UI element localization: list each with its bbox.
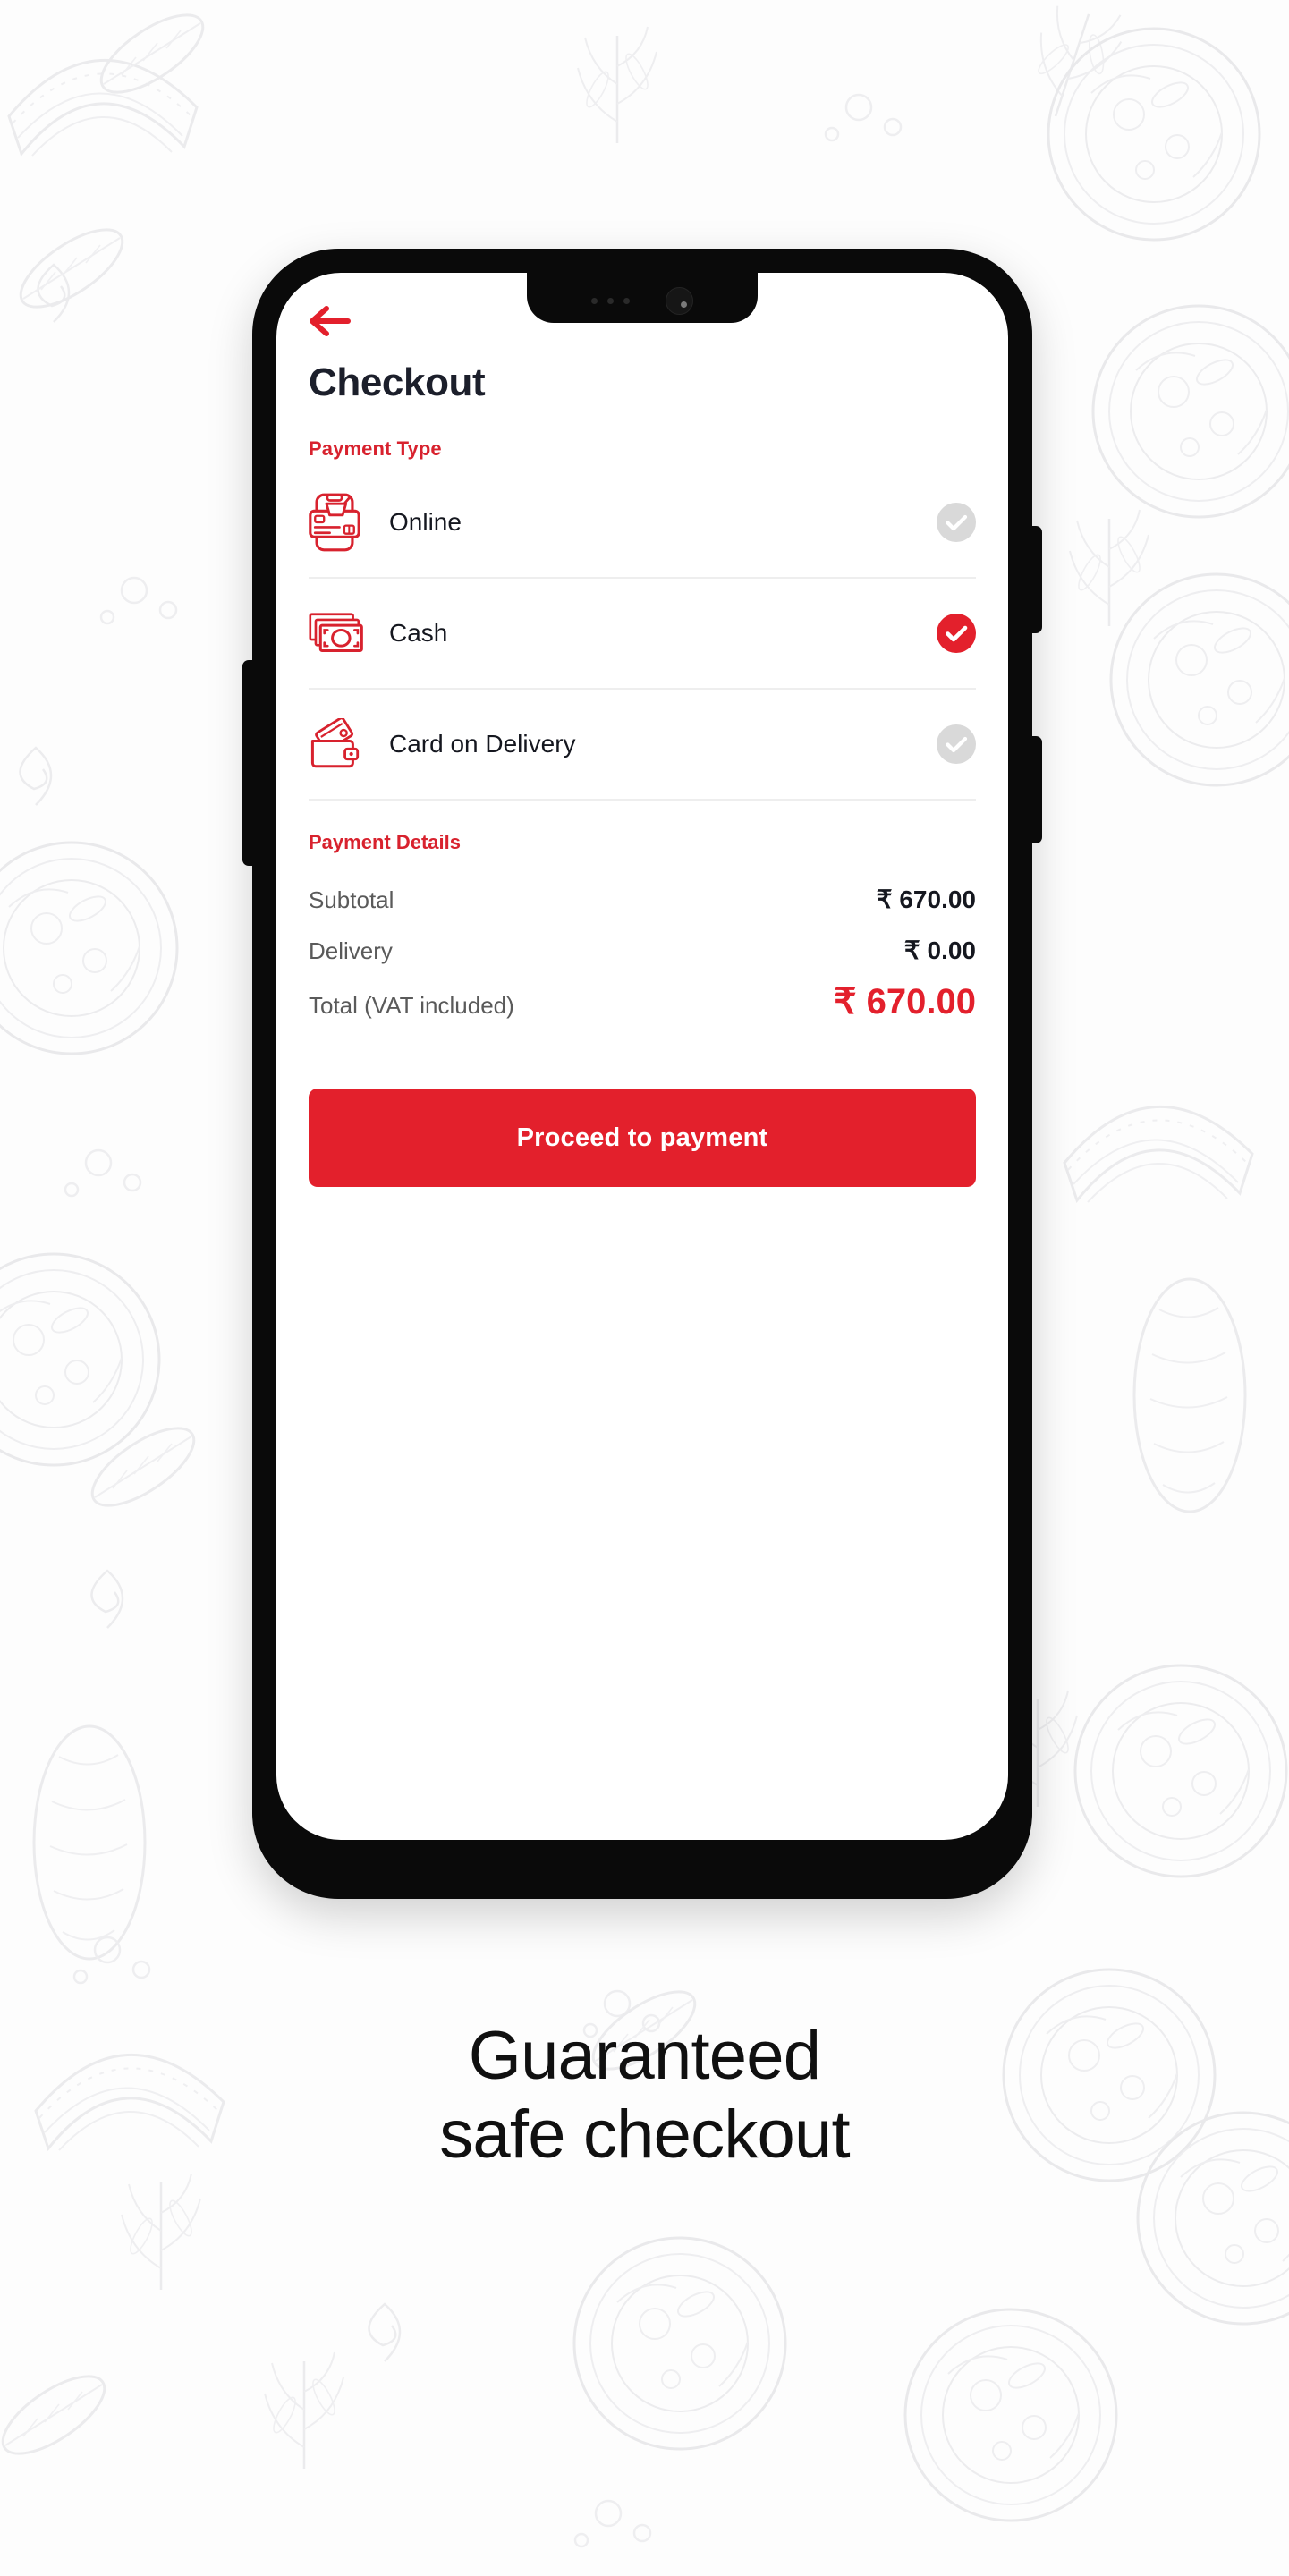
checkmark-unselected-icon[interactable] [937, 503, 976, 542]
phone-side-button-left[interactable] [242, 660, 253, 866]
payment-option-label: Cash [389, 619, 448, 647]
payment-type-list: Online Cash Card on Delivery [309, 468, 976, 801]
phone-mockup: Checkout Payment Type Online Cash Card o… [242, 249, 1042, 1899]
detail-label: Delivery [309, 937, 393, 964]
detail-label: Subtotal [309, 886, 394, 913]
checkmark-selected-icon[interactable] [937, 614, 976, 653]
proceed-to-payment-button[interactable]: Proceed to payment [309, 1089, 976, 1187]
phone-volume-button[interactable] [1031, 736, 1042, 843]
payment-type-label: Payment Type [309, 437, 442, 460]
back-button[interactable] [309, 303, 352, 339]
caption: Guaranteed safe checkout [0, 2017, 1289, 2174]
front-camera-icon [666, 286, 693, 315]
phone-notch [527, 273, 758, 323]
detail-row-delivery: Delivery ₹ 0.00 [309, 936, 976, 965]
detail-row-total: Total (VAT included) ₹ 670.00 [309, 981, 976, 1022]
checkmark-unselected-icon[interactable] [937, 724, 976, 764]
payment-option-online[interactable]: Online [309, 468, 976, 579]
payment-option-label: Online [389, 508, 462, 536]
detail-value: ₹ 670.00 [834, 982, 976, 1021]
payment-option-label: Card on Delivery [389, 730, 576, 758]
mobile-card-payment-icon [309, 493, 378, 552]
banknotes-icon [309, 611, 378, 656]
detail-row-subtotal: Subtotal ₹ 670.00 [309, 885, 976, 914]
wallet-card-icon [309, 718, 378, 770]
payment-details-list: Subtotal ₹ 670.00 Delivery ₹ 0.00 Total … [309, 885, 976, 1022]
caption-line-1: Guaranteed [468, 2018, 821, 2094]
arrow-left-icon [310, 306, 351, 336]
page-root: Checkout Payment Type Online Cash Card o… [0, 0, 1289, 2576]
checkout-screen: Checkout Payment Type Online Cash Card o… [276, 273, 1008, 1840]
earpiece-speaker-icon [591, 297, 630, 304]
payment-option-card-on-delivery[interactable]: Card on Delivery [309, 690, 976, 801]
detail-label: Total (VAT included) [309, 992, 514, 1019]
phone-power-button[interactable] [1031, 526, 1042, 633]
page-title: Checkout [309, 360, 486, 404]
phone-screen: Checkout Payment Type Online Cash Card o… [276, 273, 1008, 1840]
payment-details-label: Payment Details [309, 831, 461, 853]
detail-value: ₹ 0.00 [903, 936, 976, 964]
caption-line-2: safe checkout [439, 2097, 850, 2174]
detail-value: ₹ 670.00 [876, 886, 976, 913]
payment-option-cash[interactable]: Cash [309, 579, 976, 690]
